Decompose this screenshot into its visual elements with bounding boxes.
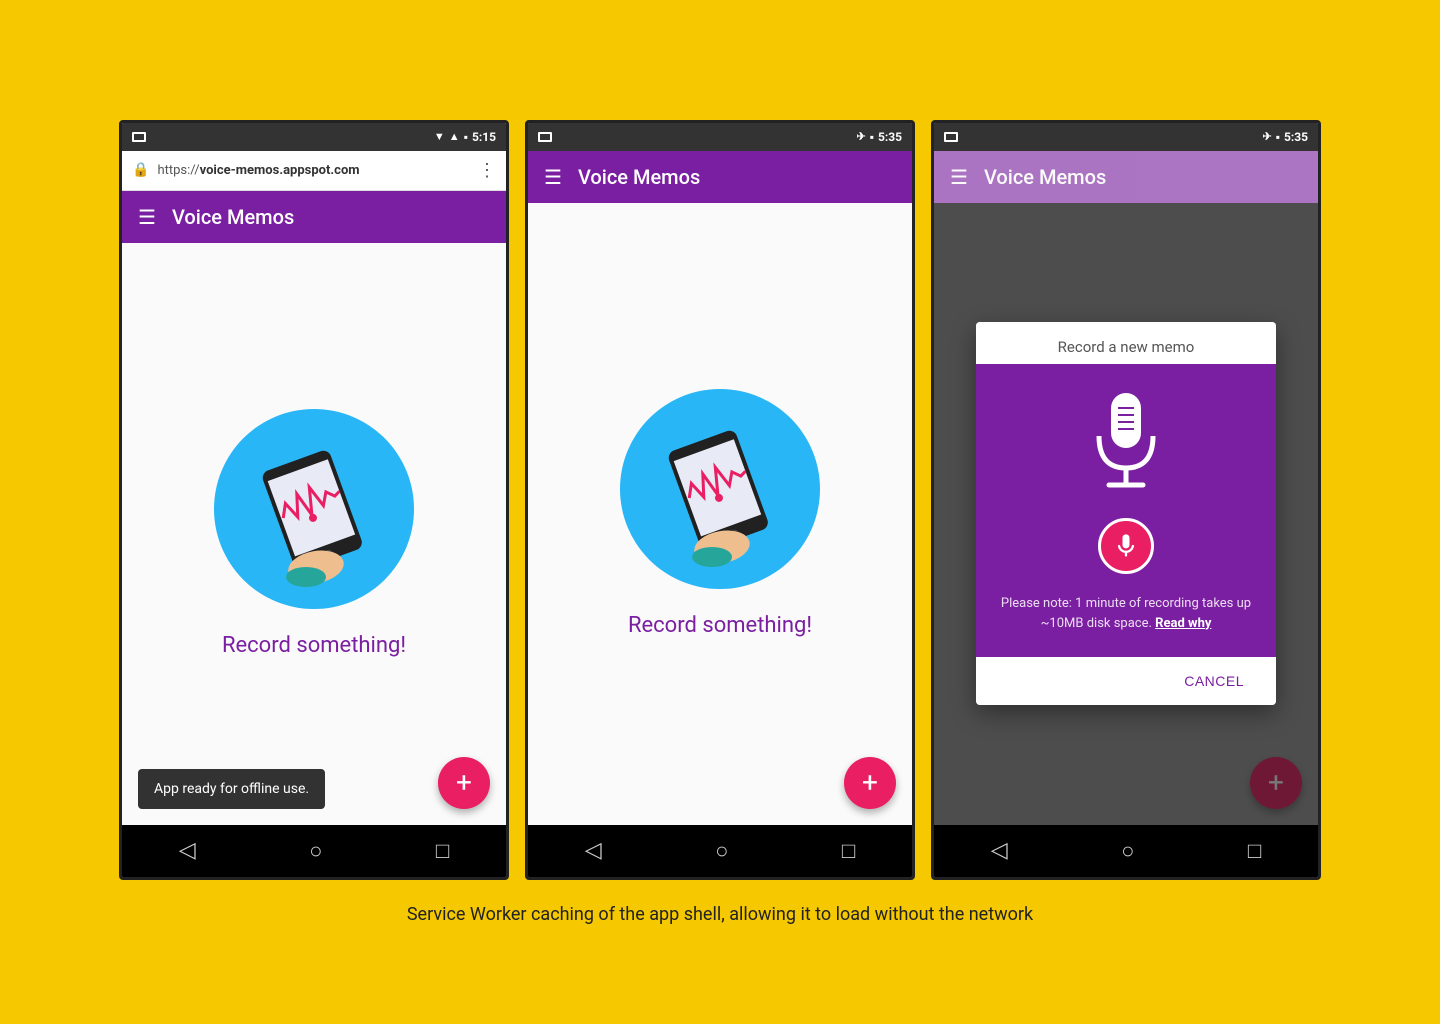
phones-container: ▼ ▲ ▪ 5:15 🔒 https://voice-memos.appspot… xyxy=(111,120,1329,880)
nav-bar-1: ◁ ○ □ xyxy=(122,825,506,877)
read-why-link[interactable]: Read why xyxy=(1155,616,1211,631)
app-toolbar-1: ☰ Voice Memos xyxy=(122,191,506,243)
hamburger-icon-1[interactable]: ☰ xyxy=(138,205,156,229)
dialog-body: Please note: 1 minute of recording takes… xyxy=(976,364,1276,657)
wifi-icon: ▼ xyxy=(434,130,445,143)
status-bar-3: ✈ ▪ 5:35 xyxy=(934,123,1318,151)
recent-icon-1[interactable]: □ xyxy=(436,838,449,864)
status-time-1: 5:15 xyxy=(472,130,496,144)
dialog-overlay: Record a new memo xyxy=(934,203,1318,825)
record-text-2: Record something! xyxy=(628,613,812,638)
phone-2: ✈ ▪ 5:35 ☰ Voice Memos xyxy=(525,120,915,880)
phone3-content: Record a new memo xyxy=(934,203,1318,825)
app-title-3: Voice Memos xyxy=(984,165,1106,189)
app-title-2: Voice Memos xyxy=(578,165,700,189)
nav-bar-3: ◁ ○ □ xyxy=(934,825,1318,877)
screen-icon xyxy=(132,132,146,142)
cancel-button[interactable]: CANCEL xyxy=(1168,665,1260,697)
app-toolbar-2: ☰ Voice Memos xyxy=(528,151,912,203)
screen-icon-2 xyxy=(538,132,552,142)
illustration-1 xyxy=(214,409,414,609)
recent-icon-2[interactable]: □ xyxy=(842,838,855,864)
dialog-title: Record a new memo xyxy=(976,322,1276,364)
fab-button-2[interactable]: + xyxy=(844,757,896,809)
back-icon-3[interactable]: ◁ xyxy=(991,838,1008,863)
url-text: https://voice-memos.appspot.com xyxy=(157,163,470,178)
status-bar-2: ✈ ▪ 5:35 xyxy=(528,123,912,151)
phone-3: ✈ ▪ 5:35 ☰ Voice Memos Record a new memo xyxy=(931,120,1321,880)
phone-1: ▼ ▲ ▪ 5:15 🔒 https://voice-memos.appspot… xyxy=(119,120,509,880)
url-bar[interactable]: 🔒 https://voice-memos.appspot.com ⋮ xyxy=(122,151,506,191)
fab-button-1[interactable]: + xyxy=(438,757,490,809)
microphone-icon xyxy=(1081,388,1171,498)
screen-icon-3 xyxy=(944,132,958,142)
lock-icon: 🔒 xyxy=(132,162,149,178)
recent-icon-3[interactable]: □ xyxy=(1248,838,1261,864)
dialog-actions: CANCEL xyxy=(976,657,1276,705)
status-bar-1: ▼ ▲ ▪ 5:15 xyxy=(122,123,506,151)
app-title-1: Voice Memos xyxy=(172,205,294,229)
url-menu-icon[interactable]: ⋮ xyxy=(478,160,496,181)
back-icon-1[interactable]: ◁ xyxy=(179,838,196,863)
airplane-icon: ✈ xyxy=(856,130,865,143)
hamburger-icon-3[interactable]: ☰ xyxy=(950,165,968,189)
battery-icon: ▪ xyxy=(464,130,468,144)
dialog-box: Record a new memo xyxy=(976,322,1276,705)
illustration-2 xyxy=(620,389,820,589)
snackbar-1: App ready for offline use. xyxy=(138,769,325,809)
signal-icon: ▲ xyxy=(449,130,460,143)
home-icon-1[interactable]: ○ xyxy=(309,838,322,864)
nav-bar-2: ◁ ○ □ xyxy=(528,825,912,877)
battery-icon-2: ▪ xyxy=(870,130,874,144)
phone2-content: Record something! + xyxy=(528,203,912,825)
record-fab[interactable] xyxy=(1098,518,1154,574)
battery-icon-3: ▪ xyxy=(1276,130,1280,144)
dialog-note: Please note: 1 minute of recording takes… xyxy=(1000,594,1252,633)
page-caption: Service Worker caching of the app shell,… xyxy=(407,904,1033,925)
phone1-content: Record something! App ready for offline … xyxy=(122,243,506,825)
app-toolbar-3: ☰ Voice Memos xyxy=(934,151,1318,203)
home-icon-2[interactable]: ○ xyxy=(715,838,728,864)
back-icon-2[interactable]: ◁ xyxy=(585,838,602,863)
mic-small-icon xyxy=(1112,532,1140,560)
record-text-1: Record something! xyxy=(222,633,406,658)
home-icon-3[interactable]: ○ xyxy=(1121,838,1134,864)
airplane-icon-3: ✈ xyxy=(1262,130,1271,143)
hamburger-icon-2[interactable]: ☰ xyxy=(544,165,562,189)
status-time-2: 5:35 xyxy=(878,130,902,144)
status-time-3: 5:35 xyxy=(1284,130,1308,144)
